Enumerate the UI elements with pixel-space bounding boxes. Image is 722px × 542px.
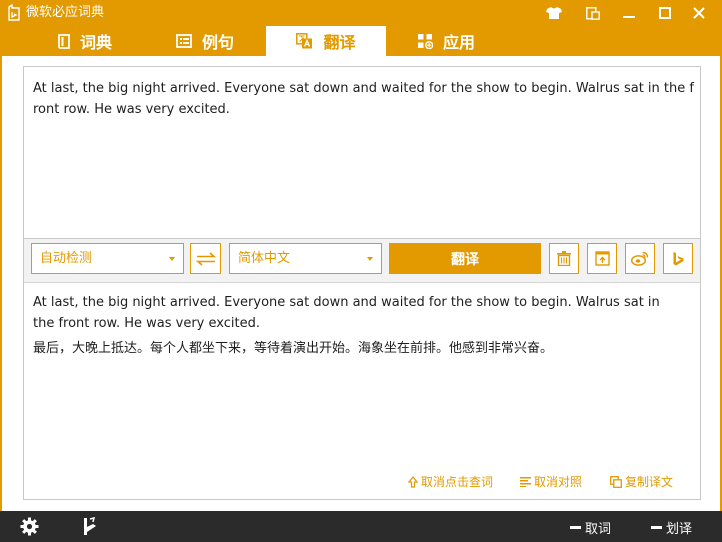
export-button[interactable] <box>587 243 617 274</box>
swap-icon <box>195 251 216 266</box>
close-icon <box>693 7 705 19</box>
target-language-value: 简体中文 <box>238 251 291 266</box>
translation-result-area: At last, the big night arrived. Everyone… <box>23 282 701 500</box>
bottom-bar: 取词 划译 <box>0 511 722 542</box>
tshirt-icon <box>546 7 562 19</box>
translate-button[interactable]: 翻译 <box>389 243 541 274</box>
tab-label: 应用 <box>442 33 475 52</box>
result-actions: 取消点击查词 取消对照 复制译文 <box>24 473 702 493</box>
apps-icon <box>417 34 433 49</box>
toggle-label: 划译 <box>666 522 693 537</box>
maximize-button[interactable] <box>648 0 682 26</box>
link-label: 复制译文 <box>625 475 674 489</box>
minus-icon <box>651 526 662 529</box>
bing-button[interactable] <box>663 243 693 274</box>
result-source-text[interactable]: At last, the big night arrived. Everyone… <box>33 292 673 334</box>
minimize-icon <box>623 16 635 18</box>
mini-mode-button[interactable] <box>576 0 610 26</box>
word-capture-toggle[interactable]: 取词 <box>570 518 611 537</box>
disable-compare-link[interactable]: 取消对照 <box>520 473 582 490</box>
source-language-select[interactable]: 自动检测 <box>31 243 184 274</box>
target-language-select[interactable]: 简体中文 <box>229 243 382 274</box>
source-language-value: 自动检测 <box>40 251 93 266</box>
minimize-button[interactable] <box>612 0 646 26</box>
upload-window-icon <box>594 251 610 266</box>
close-button[interactable] <box>682 0 716 26</box>
tab-label: 例句 <box>201 33 234 52</box>
window-title: 微软必应词典 <box>26 5 105 20</box>
chevron-down-icon <box>367 257 373 261</box>
translate-toolbar: 自动检测 简体中文 翻译 <box>23 239 701 282</box>
tab-dictionary[interactable]: 词典 <box>25 26 145 56</box>
source-text-area[interactable]: At last, the big night arrived. Everyone… <box>23 66 701 239</box>
tab-translate[interactable]: 翻译 <box>266 26 386 56</box>
selection-translate-toggle[interactable]: 划译 <box>651 518 692 537</box>
link-label: 取消点击查词 <box>421 475 494 489</box>
tab-label: 词典 <box>79 33 112 52</box>
title-bar: 微软必应词典 <box>0 0 722 26</box>
translate-page: At last, the big night arrived. Everyone… <box>2 56 720 511</box>
weibo-share-button[interactable] <box>625 243 655 274</box>
maximize-icon <box>659 7 671 19</box>
chevron-down-icon <box>169 257 175 261</box>
trash-icon <box>557 251 571 266</box>
lines-icon <box>520 477 531 487</box>
toggle-label: 取词 <box>585 522 612 537</box>
copy-icon <box>610 475 622 488</box>
translate-icon <box>296 33 313 49</box>
source-text[interactable]: At last, the big night arrived. Everyone… <box>33 78 695 120</box>
disable-click-lookup-link[interactable]: 取消点击查词 <box>408 473 493 490</box>
skin-button[interactable] <box>537 0 571 26</box>
result-translation-text[interactable]: 最后，大晚上抵达。每个人都坐下来，等待着演出开始。海象坐在前排。他感到非常兴奋。 <box>33 338 673 359</box>
book-icon <box>58 33 70 49</box>
mini-window-icon <box>586 6 600 20</box>
gear-icon[interactable] <box>20 517 39 536</box>
main-tabs: 词典 例句 翻译 应用 <box>0 26 722 56</box>
tab-apps[interactable]: 应用 <box>386 26 506 56</box>
bing-dictionary-logo-icon <box>8 4 20 21</box>
weibo-icon <box>631 251 649 266</box>
tab-examples[interactable]: 例句 <box>145 26 265 56</box>
bing-logo-icon <box>673 251 683 265</box>
tab-label: 翻译 <box>323 33 356 52</box>
pin-icon[interactable] <box>81 517 97 536</box>
document-icon <box>176 34 192 48</box>
link-label: 取消对照 <box>534 475 583 489</box>
copy-translation-link[interactable]: 复制译文 <box>610 473 673 490</box>
up-arrow-icon <box>408 475 418 488</box>
clear-button[interactable] <box>549 243 579 274</box>
minus-icon <box>570 526 581 529</box>
swap-languages-button[interactable] <box>190 243 221 274</box>
